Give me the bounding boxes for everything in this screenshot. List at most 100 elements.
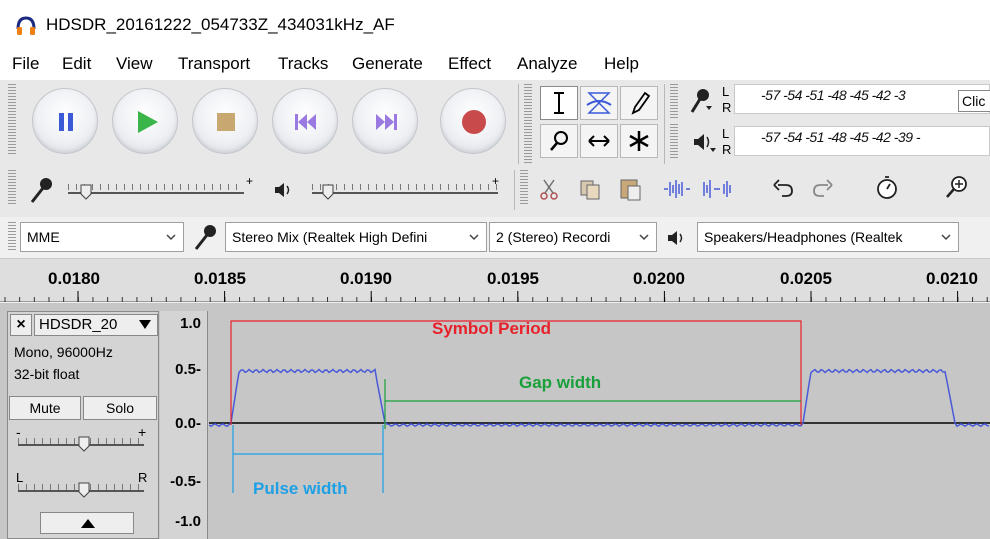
stop-icon [217,113,235,131]
mute-button[interactable]: Mute [9,396,81,420]
skip-to-start-button[interactable] [272,88,338,154]
menu-analyze[interactable]: Analyze [517,54,577,74]
menu-generate[interactable]: Generate [352,54,423,74]
chevron-down-icon [941,234,951,241]
redo-button[interactable] [806,174,840,204]
play-button[interactable] [112,88,178,154]
ruler-label: 0.0205 [780,269,832,288]
amplitude-label: -1.0 [175,513,201,530]
time-shift-tool-button[interactable] [580,124,618,158]
multi-tool-button[interactable] [620,124,658,158]
recording-device-select[interactable]: Stereo Mix (Realtek High Defini [225,222,487,252]
recording-volume-thumb[interactable] [80,184,92,200]
selection-tool-button[interactable] [540,86,578,120]
undo-icon [773,179,793,197]
playback-device-select[interactable]: Speakers/Headphones (Realtek [697,222,959,252]
stopwatch-icon [877,176,897,199]
cut-button[interactable] [532,174,566,204]
tools-toolbar-grip[interactable] [524,84,532,164]
trim-audio-button[interactable] [660,174,694,204]
audio-host-value: MME [27,229,60,245]
recording-device-mic-icon [194,225,216,250]
playback-volume-speaker-icon [275,183,290,197]
undo-button[interactable] [766,174,800,204]
zoom-tool-button[interactable] [540,124,578,158]
ruler-label: 0.0180 [48,269,100,288]
track-name-menu[interactable]: HDSDR_20 [34,314,158,336]
play-meter-grip[interactable] [670,124,678,158]
recording-device-value: Stereo Mix (Realtek High Defini [232,229,428,245]
skip-to-end-icon [376,114,397,130]
paste-icon [620,179,641,201]
amplitude-label: 0.5- [175,361,201,378]
window-title: HDSDR_20161222_054733Z_434031kHz_AF [46,15,395,34]
envelope-icon [586,92,612,114]
waveform-canvas[interactable]: Symbol Period Gap width Pulse width [208,311,990,539]
menu-effect[interactable]: Effect [448,54,491,74]
triangle-down-icon [139,320,151,329]
pause-icon [59,113,73,131]
play-channel-r: R [722,142,732,157]
track-control-panel[interactable]: × HDSDR_20 Mono, 96000Hz 32-bit float Mu… [7,311,159,539]
solo-button[interactable]: Solo [83,396,157,420]
record-button[interactable] [440,88,506,154]
chevron-down-icon [469,234,479,241]
timeline-ruler[interactable]: 0.0180 0.0185 0.0190 0.0195 0.0200 0.020… [0,258,990,302]
record-channel-r: R [722,100,732,115]
track-close-button[interactable]: × [10,314,32,336]
track-area: × HDSDR_20 Mono, 96000Hz 32-bit float Mu… [0,303,990,539]
copy-button[interactable] [574,174,608,204]
play-meter[interactable]: -57 -54 -51 -48 -45 -42 -39 - [734,126,990,156]
zoom-in-button[interactable] [940,172,974,202]
edit-toolbar-grip[interactable] [520,170,528,206]
menu-file[interactable]: File [12,54,39,74]
chevron-down-icon [166,234,176,241]
silence-icon [703,180,731,198]
paste-button[interactable] [614,174,648,204]
playback-volume-thumb[interactable] [322,184,334,200]
mixer-toolbar-grip[interactable] [8,170,16,206]
envelope-tool-button[interactable] [580,86,618,120]
menu-tracks[interactable]: Tracks [278,54,328,74]
ruler-label: 0.0200 [633,269,685,288]
play-icon [138,111,158,133]
record-meter-scale: -57 -54 -51 -48 -45 -42 -3 [761,87,906,103]
record-meter-grip[interactable] [670,84,678,118]
stop-button[interactable] [192,88,258,154]
gain-thumb[interactable] [78,436,90,452]
pause-button[interactable] [32,88,98,154]
recording-volume-slider[interactable] [68,192,244,194]
menu-help[interactable]: Help [604,54,639,74]
record-meter[interactable]: -57 -54 -51 -48 -45 -42 -3 [734,84,990,114]
menu-transport[interactable]: Transport [178,54,250,74]
playback-volume-slider[interactable] [312,192,498,194]
pulse-width-label: Pulse width [253,479,348,498]
zoom-in-icon [946,176,967,198]
pan-thumb[interactable] [78,482,90,498]
draw-tool-button[interactable] [620,86,658,120]
title-bar: HDSDR_20161222_054733Z_434031kHz_AF [0,0,990,48]
ruler-label: 0.0185 [194,269,246,288]
record-meter-click-hint[interactable]: Clic [958,90,990,112]
sync-lock-button[interactable] [870,172,904,202]
amplitude-ruler: 1.0 0.5- 0.0- -0.5- -1.0 [160,311,208,539]
playback-device-speaker-icon [668,231,683,245]
pan-left-label: L [16,470,24,485]
menu-edit[interactable]: Edit [62,54,91,74]
waveform-svg [208,320,990,493]
triangle-up-icon [81,519,95,528]
recording-channels-select[interactable]: 2 (Stereo) Recordi [489,222,657,252]
i-beam-icon [554,92,564,114]
menu-view[interactable]: View [116,54,153,74]
audio-host-select[interactable]: MME [20,222,184,252]
collapse-track-button[interactable] [40,512,134,534]
transport-toolbar-grip[interactable] [8,84,16,156]
redo-icon [813,179,833,197]
skip-to-end-button[interactable] [352,88,418,154]
play-meter-scale: -57 -54 -51 -48 -45 -42 -39 - [761,129,921,145]
playback-volume-plus: + [492,174,500,188]
device-toolbar-grip[interactable] [8,222,16,252]
record-icon [462,110,486,134]
track-format: Mono, 96000Hz [14,344,113,360]
silence-audio-button[interactable] [700,174,734,204]
